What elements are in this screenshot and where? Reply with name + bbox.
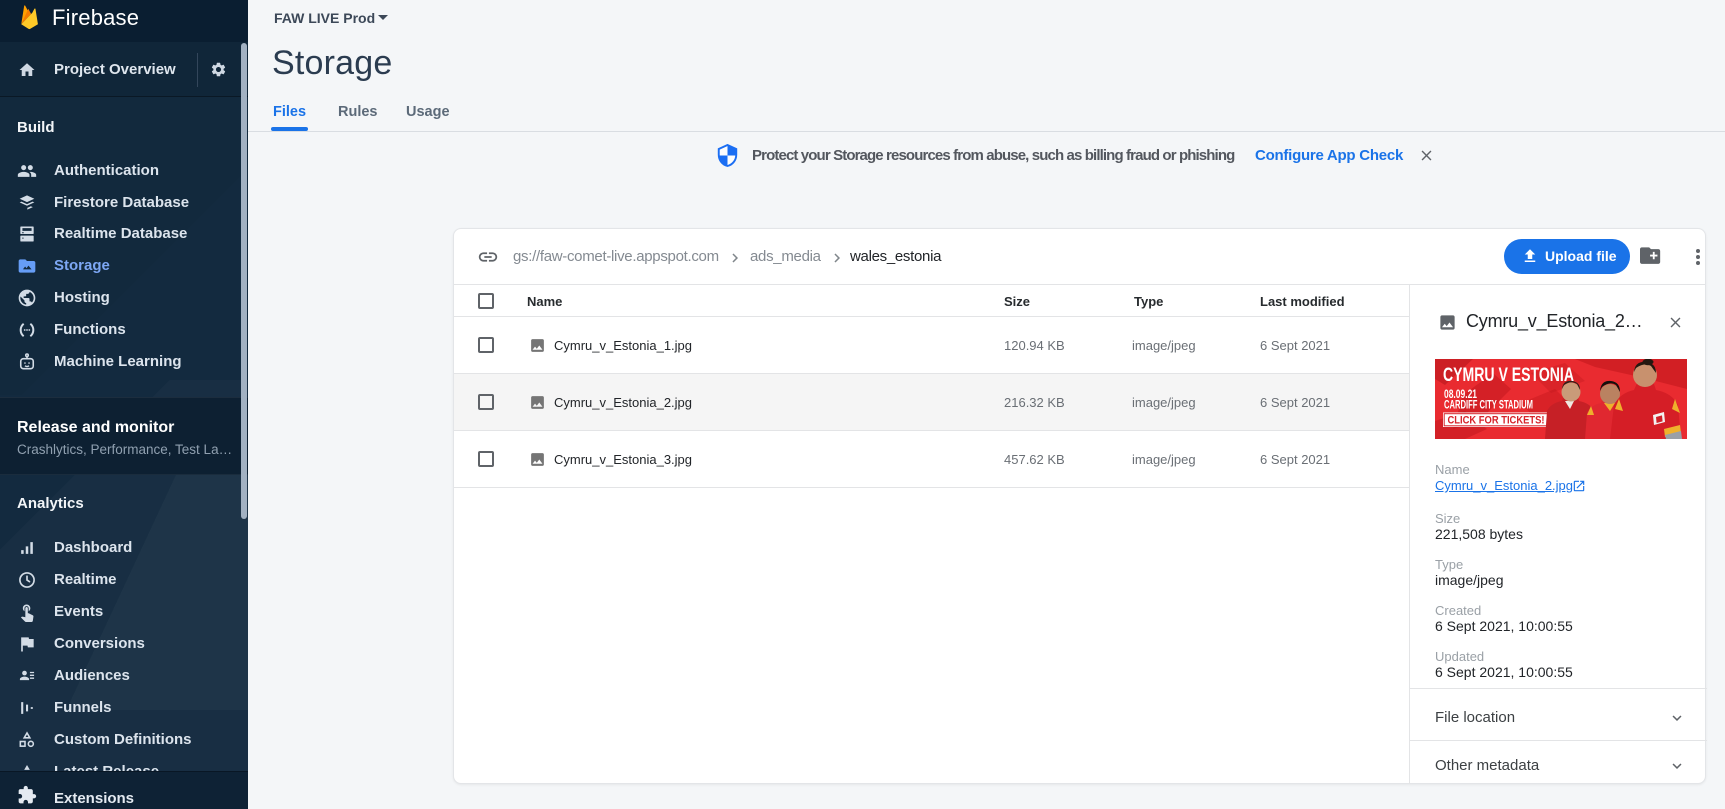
svg-text:CLICK FOR TICKETS!: CLICK FOR TICKETS! xyxy=(1448,415,1545,427)
svg-text:CARDIFF CITY STADIUM: CARDIFF CITY STADIUM xyxy=(1444,400,1533,412)
svg-text:CYMRU V ESTONIA: CYMRU V ESTONIA xyxy=(1443,365,1574,386)
